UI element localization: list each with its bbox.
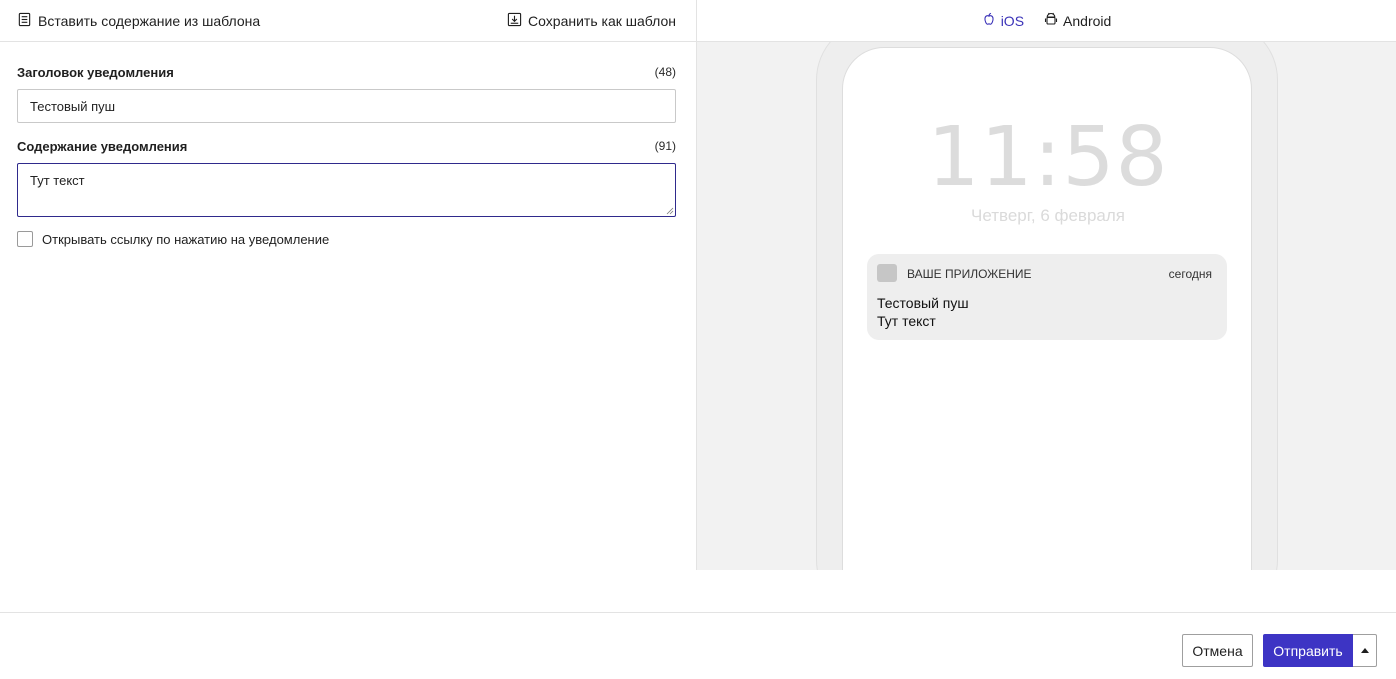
notification-app-name: ВАШЕ ПРИЛОЖЕНИЕ bbox=[907, 267, 1032, 281]
title-input[interactable]: Тестовый пуш bbox=[17, 89, 676, 123]
save-as-template-button[interactable]: Сохранить как шаблон bbox=[507, 12, 676, 30]
cancel-button[interactable]: Отмена bbox=[1182, 634, 1253, 667]
tab-android[interactable]: Android bbox=[1044, 12, 1111, 29]
notification-title: Тестовый пуш bbox=[877, 295, 969, 311]
notification-body: Тут текст bbox=[877, 313, 936, 329]
insert-from-template-button[interactable]: Вставить содержание из шаблона bbox=[17, 12, 260, 30]
tab-android-label: Android bbox=[1063, 12, 1112, 29]
phone-lock-screen: 11:58 Четверг, 6 февраля ВАШЕ ПРИЛОЖЕНИЕ… bbox=[842, 47, 1252, 570]
open-link-option: Открывать ссылку по нажатию на уведомлен… bbox=[17, 231, 329, 247]
dialog-footer: Отмена Отправить bbox=[0, 612, 1396, 679]
body-field-label: Содержание уведомления bbox=[17, 138, 188, 154]
notification-preview: ВАШЕ ПРИЛОЖЕНИЕ сегодня Тестовый пуш Тут… bbox=[867, 254, 1227, 340]
open-link-label: Открывать ссылку по нажатию на уведомлен… bbox=[42, 231, 330, 247]
notification-time: сегодня bbox=[1168, 267, 1212, 281]
download-tray-icon bbox=[507, 12, 522, 30]
platform-tabs: iOS Android bbox=[697, 0, 1396, 42]
app-icon bbox=[877, 264, 897, 282]
title-input-value: Тестовый пуш bbox=[30, 98, 116, 114]
send-button[interactable]: Отправить bbox=[1263, 634, 1353, 667]
title-char-counter: (48) bbox=[654, 65, 676, 79]
editor-pane: Вставить содержание из шаблона Сохранить… bbox=[0, 0, 697, 570]
editor-toolbar: Вставить содержание из шаблона Сохранить… bbox=[0, 0, 696, 42]
open-link-checkbox[interactable] bbox=[17, 231, 33, 247]
save-as-template-label: Сохранить как шаблон bbox=[528, 12, 676, 29]
lock-screen-clock: 11:58 bbox=[927, 110, 1169, 205]
body-textarea-value: Тут текст bbox=[30, 173, 85, 188]
lock-screen-date: Четверг, 6 февраля bbox=[970, 206, 1125, 225]
template-list-icon bbox=[17, 12, 32, 30]
apple-icon bbox=[982, 12, 996, 29]
android-icon bbox=[1044, 12, 1058, 29]
body-field: Содержание уведомления (91) Тут текст bbox=[17, 137, 676, 217]
title-field: Заголовок уведомления (48) Тестовый пуш bbox=[17, 63, 676, 123]
resize-handle-icon[interactable] bbox=[666, 207, 674, 215]
send-options-button[interactable] bbox=[1353, 634, 1377, 667]
body-textarea[interactable]: Тут текст bbox=[17, 163, 676, 217]
title-field-label: Заголовок уведомления bbox=[17, 64, 174, 80]
tab-ios-label: iOS bbox=[1000, 12, 1025, 29]
insert-from-template-label: Вставить содержание из шаблона bbox=[38, 12, 261, 29]
preview-pane: iOS Android 11:58 Четверг, 6 февраля ВАШ… bbox=[697, 0, 1396, 570]
body-char-counter: (91) bbox=[654, 139, 676, 153]
caret-up-icon bbox=[1360, 648, 1369, 653]
tab-ios[interactable]: iOS bbox=[982, 12, 1024, 29]
